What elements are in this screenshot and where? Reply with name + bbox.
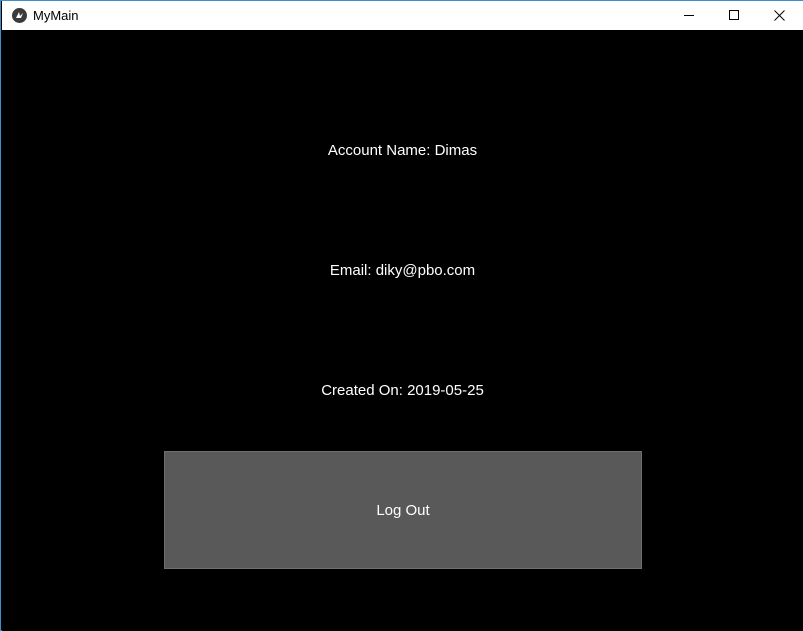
- logout-button[interactable]: Log Out: [164, 451, 642, 569]
- minimize-icon: [684, 15, 694, 16]
- logout-button-label: Log Out: [376, 501, 430, 519]
- kivy-app-icon: [12, 8, 27, 23]
- minimize-button[interactable]: [667, 1, 713, 30]
- app-window: MyMain Account Name: Dimas Email: diky@p…: [0, 0, 803, 631]
- account-screen: Account Name: Dimas Email: diky@pbo.com …: [2, 30, 803, 631]
- close-button[interactable]: [757, 1, 803, 30]
- title-bar[interactable]: MyMain: [2, 1, 803, 30]
- window-title: MyMain: [33, 8, 79, 23]
- email-label: Email: diky@pbo.com: [329, 262, 476, 279]
- maximize-button[interactable]: [712, 1, 758, 30]
- maximize-icon: [729, 10, 739, 20]
- close-icon: [774, 10, 785, 21]
- created-on-label: Created On: 2019-05-25: [321, 382, 484, 399]
- account-name-label: Account Name: Dimas: [327, 142, 478, 159]
